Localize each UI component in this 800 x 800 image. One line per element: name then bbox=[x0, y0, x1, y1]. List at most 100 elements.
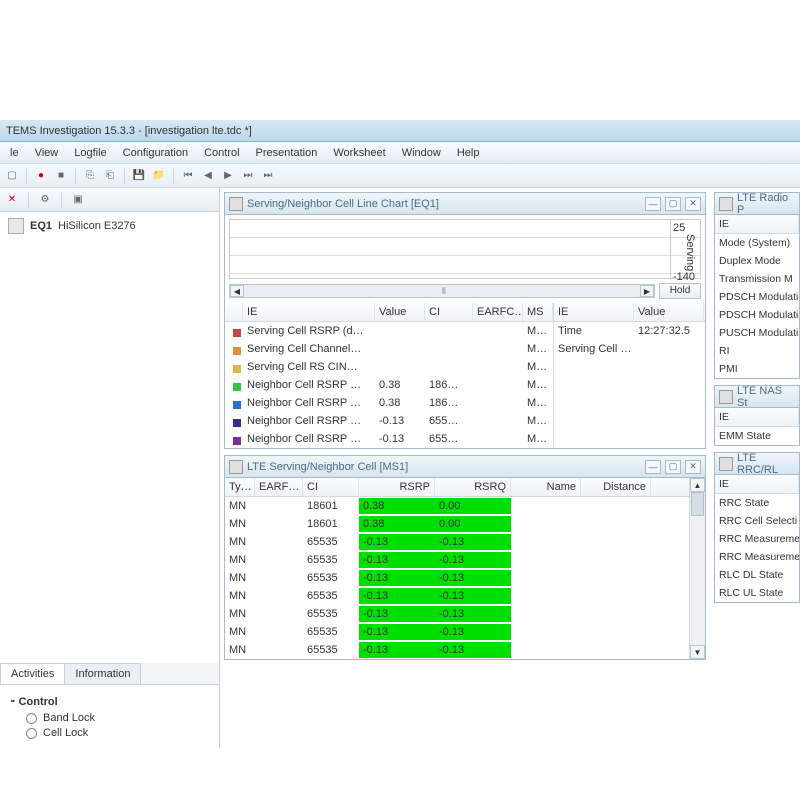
table-icon bbox=[719, 457, 733, 471]
radio-icon bbox=[26, 728, 37, 739]
table-row[interactable]: Serving Cell … bbox=[554, 340, 705, 358]
menu-configuration[interactable]: Configuration bbox=[115, 144, 196, 162]
list-item[interactable]: Mode (System) bbox=[715, 234, 799, 252]
lte-nas-panel: LTE NAS St IE EMM State bbox=[714, 385, 800, 446]
left-column: ✕ ⚙ ▣ EQ1 HiSilicon E3276 Activities Inf… bbox=[0, 188, 220, 748]
chart-yaxis: 25 Serving -140 bbox=[670, 220, 698, 278]
table-row[interactable]: MN65535-0.13-0.13 bbox=[225, 641, 689, 659]
table-row[interactable]: Serving Cell RS CIN…M… bbox=[225, 358, 553, 376]
window-titlebar: TEMS Investigation 15.3.3 - [investigati… bbox=[0, 120, 800, 142]
chevron-left-icon[interactable]: ◀ bbox=[230, 285, 244, 297]
table-row[interactable]: Serving Cell Channel…M… bbox=[225, 340, 553, 358]
minimize-icon[interactable]: — bbox=[645, 460, 661, 474]
lte-radio-panel: LTE Radio P IE Mode (System)Duplex ModeT… bbox=[714, 192, 800, 379]
device-id: EQ1 bbox=[30, 220, 52, 232]
device-row[interactable]: EQ1 HiSilicon E3276 bbox=[0, 212, 219, 240]
right-column: LTE Radio P IE Mode (System)Duplex ModeT… bbox=[710, 188, 800, 748]
list-item[interactable]: RRC State bbox=[715, 494, 799, 512]
last-icon[interactable]: ⏭ bbox=[260, 168, 276, 184]
chart-area: 25 Serving -140 bbox=[229, 219, 701, 279]
band-lock-option[interactable]: Band Lock bbox=[26, 712, 209, 724]
cell-table-header: Ty… EARF… CI RSRP RSRQ Name Distance bbox=[225, 478, 689, 497]
device-icon bbox=[8, 218, 24, 234]
cell-lock-option[interactable]: Cell Lock bbox=[26, 727, 209, 739]
list-item[interactable]: RRC Cell Selecti bbox=[715, 512, 799, 530]
list-item[interactable]: PUSCH Modulati bbox=[715, 324, 799, 342]
table-row[interactable]: MN65535-0.13-0.13 bbox=[225, 587, 689, 605]
list-item[interactable]: RLC UL State bbox=[715, 584, 799, 602]
maximize-icon[interactable]: ▢ bbox=[665, 197, 681, 211]
stop-icon[interactable]: ■ bbox=[53, 168, 69, 184]
radio-icon bbox=[26, 713, 37, 724]
list-item[interactable]: Transmission M bbox=[715, 270, 799, 288]
list-item[interactable]: RRC Measureme bbox=[715, 530, 799, 548]
close-icon[interactable]: ✕ bbox=[685, 197, 701, 211]
close-icon[interactable]: ✕ bbox=[685, 460, 701, 474]
chevron-down-icon[interactable]: ▼ bbox=[690, 645, 705, 659]
menu-help[interactable]: Help bbox=[449, 144, 488, 162]
cell-panel: LTE Serving/Neighbor Cell [MS1] — ▢ ✕ Ty… bbox=[224, 455, 706, 660]
table-row[interactable]: Time12:27:32.5 bbox=[554, 322, 705, 340]
table-row[interactable]: MN65535-0.13-0.13 bbox=[225, 569, 689, 587]
table-row[interactable]: Neighbor Cell RSRP …-0.13655…M… bbox=[225, 412, 553, 430]
chevron-up-icon[interactable]: ▲ bbox=[690, 478, 705, 492]
chart-icon bbox=[229, 197, 243, 211]
first-icon[interactable]: ⏮ bbox=[180, 168, 196, 184]
next-icon[interactable]: ⏭ bbox=[240, 168, 256, 184]
table-row[interactable]: Neighbor Cell RSRP …0.38186…M… bbox=[225, 376, 553, 394]
tab-information[interactable]: Information bbox=[64, 663, 141, 684]
table-row[interactable]: Serving Cell RSRP (d…M… bbox=[225, 322, 553, 340]
list-item[interactable]: EMM State bbox=[715, 427, 799, 445]
copy-icon[interactable]: ⎘ bbox=[82, 168, 98, 184]
table-row[interactable]: MN186010.380.00 bbox=[225, 515, 689, 533]
menu-window[interactable]: Window bbox=[394, 144, 449, 162]
play-icon[interactable]: ▶ bbox=[220, 168, 236, 184]
panel-title: Serving/Neighbor Cell Line Chart [EQ1] bbox=[247, 198, 645, 210]
list-item[interactable]: RRC Measureme bbox=[715, 548, 799, 566]
menu-logfile[interactable]: Logfile bbox=[66, 144, 114, 162]
table-row[interactable]: MN65535-0.13-0.13 bbox=[225, 605, 689, 623]
list-item[interactable]: PMI bbox=[715, 360, 799, 378]
list-item[interactable]: PDSCH Modulati bbox=[715, 306, 799, 324]
gear-icon[interactable]: ⚙ bbox=[37, 192, 53, 208]
save-icon[interactable]: 💾 bbox=[131, 168, 147, 184]
menu-worksheet[interactable]: Worksheet bbox=[325, 144, 393, 162]
tab-activities[interactable]: Activities bbox=[0, 663, 65, 684]
prev-icon[interactable]: ◀ bbox=[200, 168, 216, 184]
chart-table-header: IE Value CI EARFC… MS bbox=[225, 303, 553, 322]
record-icon[interactable]: ● bbox=[33, 168, 49, 184]
table-row[interactable]: MN65535-0.13-0.13 bbox=[225, 533, 689, 551]
tree-control-node[interactable]: ⁃ Control bbox=[10, 695, 209, 708]
maximize-icon[interactable]: ▢ bbox=[665, 460, 681, 474]
minimize-icon[interactable]: — bbox=[645, 197, 661, 211]
chevron-right-icon[interactable]: ▶ bbox=[640, 285, 654, 297]
menu-control[interactable]: Control bbox=[196, 144, 247, 162]
menu-file[interactable]: le bbox=[2, 144, 27, 162]
menu-bar: le View Logfile Configuration Control Pr… bbox=[0, 142, 800, 164]
open-icon[interactable]: ▢ bbox=[4, 168, 20, 184]
list-item[interactable]: RI bbox=[715, 342, 799, 360]
folder-icon[interactable]: 📁 bbox=[151, 168, 167, 184]
vertical-scrollbar[interactable]: ▲ ▼ bbox=[689, 478, 705, 659]
scroll-thumb[interactable] bbox=[691, 492, 704, 516]
lte-rrc-panel: LTE RRC/RL IE RRC StateRRC Cell SelectiR… bbox=[714, 452, 800, 603]
menu-presentation[interactable]: Presentation bbox=[248, 144, 326, 162]
chart-scrollbar[interactable]: ◀ ▶ ⫴ bbox=[229, 284, 655, 298]
panel-title: LTE Serving/Neighbor Cell [MS1] bbox=[247, 461, 645, 473]
main-toolbar: ▢ ● ■ ⎘ ⎗ 💾 📁 ⏮ ◀ ▶ ⏭ ⏭ bbox=[0, 164, 800, 188]
list-item[interactable]: RLC DL State bbox=[715, 566, 799, 584]
activities-tree: ⁃ Control Band Lock Cell Lock bbox=[0, 685, 219, 748]
window-icon[interactable]: ▣ bbox=[70, 192, 86, 208]
hold-button[interactable]: Hold bbox=[659, 283, 701, 299]
close-icon[interactable]: ✕ bbox=[4, 192, 20, 208]
table-row[interactable]: MN65535-0.13-0.13 bbox=[225, 623, 689, 641]
table-row[interactable]: Neighbor Cell RSRP …-0.13655…M… bbox=[225, 430, 553, 448]
menu-view[interactable]: View bbox=[27, 144, 67, 162]
table-row[interactable]: MN186010.380.00 bbox=[225, 497, 689, 515]
list-item[interactable]: Duplex Mode bbox=[715, 252, 799, 270]
list-item[interactable]: PDSCH Modulati bbox=[715, 288, 799, 306]
paste-icon[interactable]: ⎗ bbox=[102, 168, 118, 184]
window-title: TEMS Investigation 15.3.3 - [investigati… bbox=[6, 125, 252, 137]
table-row[interactable]: MN65535-0.13-0.13 bbox=[225, 551, 689, 569]
table-row[interactable]: Neighbor Cell RSRP …0.38186…M… bbox=[225, 394, 553, 412]
